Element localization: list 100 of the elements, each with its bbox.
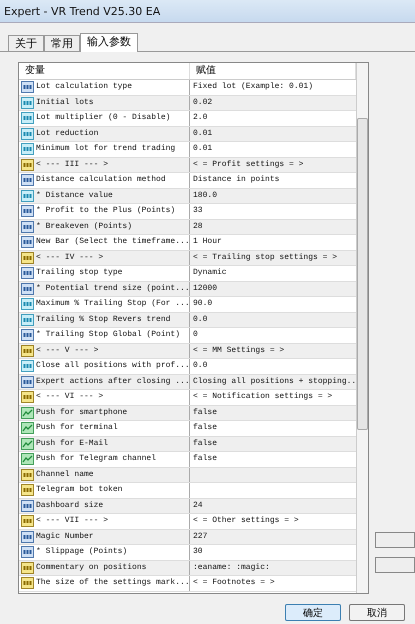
- number-type-icon: [21, 360, 34, 372]
- parameter-value[interactable]: 12000: [193, 282, 218, 296]
- parameter-value[interactable]: 180.0: [193, 188, 218, 203]
- parameter-name: * Potential trend size (point...: [36, 282, 189, 295]
- number-type-icon: [21, 96, 34, 109]
- parameter-value[interactable]: < = Footnotes = >: [193, 576, 275, 590]
- list-type-icon: [21, 81, 34, 94]
- string-type-icon: [21, 562, 34, 574]
- parameter-value[interactable]: 28: [193, 220, 203, 234]
- parameter-name: Lot calculation type: [36, 81, 132, 94]
- parameter-value[interactable]: false: [193, 436, 218, 451]
- parameter-value[interactable]: 33: [193, 204, 203, 218]
- list-type-icon: [21, 174, 34, 186]
- list-type-icon: [21, 282, 34, 295]
- parameter-value[interactable]: < = Other settings = >: [193, 514, 299, 528]
- parameter-value[interactable]: < = Notification settings = >: [193, 390, 332, 404]
- parameter-value[interactable]: < = Trailing stop settings = >: [193, 250, 338, 265]
- parameter-value[interactable]: false: [193, 406, 218, 420]
- tab[interactable]: 关于: [8, 35, 44, 51]
- parameter-value[interactable]: Dynamic: [193, 266, 227, 280]
- parameter-value[interactable]: 0.0: [193, 359, 208, 374]
- parameter-name: < --- IV --- >: [36, 252, 104, 264]
- parameter-name: The size of the settings mark...: [36, 577, 189, 590]
- parameter-value[interactable]: 0.01: [193, 142, 212, 156]
- parameter-value[interactable]: 0.01: [193, 126, 212, 141]
- parameter-name: New Bar (Select the timeframe...: [36, 236, 189, 248]
- parameter-value[interactable]: 227: [193, 530, 208, 544]
- parameter-name: * Profit to the Plus (Points): [36, 205, 176, 218]
- parameter-name: Push for terminal: [36, 422, 118, 434]
- parameter-value[interactable]: Fixed lot (Example: 0.01): [193, 80, 314, 94]
- scrollbar[interactable]: [356, 63, 368, 593]
- parameter-value[interactable]: Closing all positions + stopping..: [193, 374, 356, 389]
- parameter-name: < --- V --- >: [36, 344, 98, 357]
- number-type-icon: [21, 128, 34, 140]
- parameter-value[interactable]: :eaname: :magic:: [193, 560, 270, 575]
- window-title: Expert - VR Trend V25.30 EA: [0, 0, 415, 23]
- parameter-name: Initial lots: [36, 96, 94, 109]
- string-type-icon: [21, 468, 34, 481]
- tab[interactable]: 输入参数: [80, 33, 138, 52]
- string-type-icon: [21, 344, 34, 357]
- parameter-name: Close all positions with prof...: [36, 360, 189, 372]
- parameter-name: < --- VI --- >: [36, 391, 104, 404]
- parameter-name: Maximum % Trailing Stop (For ...: [36, 298, 189, 310]
- parameter-name: Trailing % Stop Revers trend: [36, 314, 170, 326]
- list-type-icon: [21, 329, 34, 342]
- parameter-value[interactable]: false: [193, 452, 218, 466]
- parameter-value[interactable]: Distance in points: [193, 173, 280, 188]
- list-type-icon: [21, 220, 34, 233]
- parameter-value[interactable]: 0.02: [193, 96, 212, 110]
- string-type-icon: [21, 252, 34, 264]
- parameter-name: Commentary on positions: [36, 562, 146, 574]
- parameter-name: * Distance value: [36, 190, 113, 202]
- parameter-name: Dashboard size: [36, 500, 104, 512]
- string-type-icon: [21, 391, 34, 404]
- parameter-value[interactable]: 0.0: [193, 312, 208, 327]
- list-type-icon: [21, 267, 34, 280]
- parameter-name: * Trailing Stop Global (Point): [36, 329, 180, 342]
- number-type-icon: [21, 112, 34, 124]
- parameter-value[interactable]: false: [193, 421, 218, 436]
- cancel-button[interactable]: 取消: [349, 604, 405, 621]
- list-type-icon: [21, 546, 34, 558]
- list-type-icon: [21, 205, 34, 218]
- parameter-name: Expert actions after closing ...: [36, 376, 189, 388]
- column-header[interactable]: 变量: [19, 63, 190, 79]
- number-type-icon: [21, 298, 34, 310]
- parameter-value[interactable]: 24: [193, 498, 203, 513]
- list-type-icon: [21, 376, 34, 388]
- parameter-value[interactable]: 30: [193, 545, 203, 560]
- string-type-icon: [21, 158, 34, 171]
- parameter-name: Telegram bot token: [36, 484, 122, 496]
- parameter-value[interactable]: 90.0: [193, 297, 212, 312]
- parameter-value[interactable]: < = Profit settings = >: [193, 158, 304, 172]
- parameter-name: * Slippage (Points): [36, 546, 128, 558]
- side-button[interactable]: [375, 557, 415, 573]
- parameter-value[interactable]: 0: [193, 328, 198, 342]
- tab[interactable]: 常用: [44, 35, 80, 51]
- parameter-name: Lot multiplier (0 - Disable): [36, 112, 170, 124]
- parameter-value[interactable]: 1 Hour: [193, 235, 222, 250]
- parameter-name: Magic Number: [36, 530, 94, 543]
- parameter-name: < --- VII --- >: [36, 515, 108, 528]
- parameter-name: Push for Telegram channel: [36, 453, 156, 466]
- parameter-name: Lot reduction: [36, 128, 98, 140]
- number-type-icon: [21, 143, 34, 156]
- parameter-name: Trailing stop type: [36, 267, 122, 280]
- parameter-name: Push for smartphone: [36, 406, 128, 419]
- side-button[interactable]: [375, 532, 415, 548]
- parameter-value[interactable]: 2.0: [193, 111, 208, 126]
- parameter-name: Minimum lot for trend trading: [36, 143, 176, 156]
- scroll-thumb[interactable]: [357, 118, 368, 430]
- parameter-value[interactable]: < = MM Settings = >: [193, 344, 284, 358]
- number-type-icon: [21, 314, 34, 326]
- parameter-name: Push for E-Mail: [36, 438, 108, 450]
- list-type-icon: [21, 236, 34, 248]
- ok-button[interactable]: 确定: [285, 604, 341, 621]
- string-type-icon: [21, 484, 34, 496]
- list-type-icon: [21, 500, 34, 512]
- parameter-name: * Breakeven (Points): [36, 220, 132, 233]
- string-type-icon: [21, 577, 34, 590]
- parameter-name: < --- III --- >: [36, 158, 108, 171]
- parameter-name: Channel name: [36, 468, 94, 481]
